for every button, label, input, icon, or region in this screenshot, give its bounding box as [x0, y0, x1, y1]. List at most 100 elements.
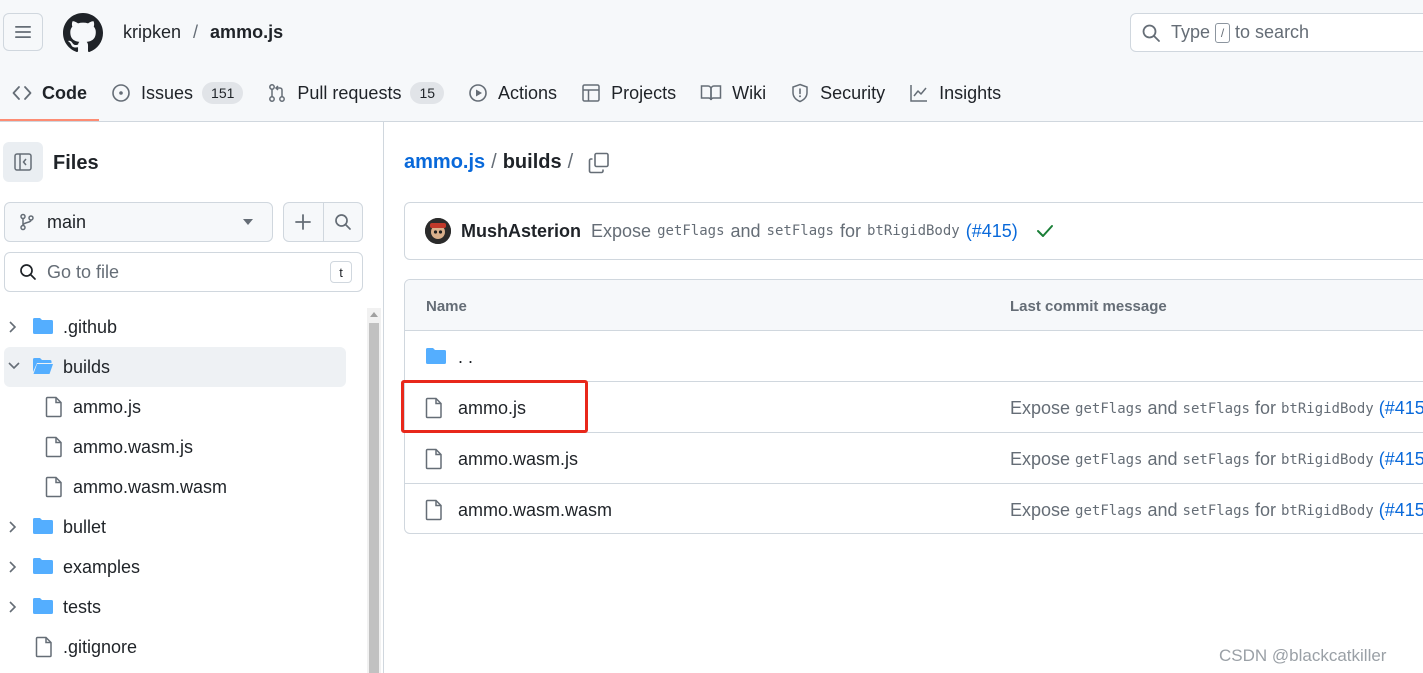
scroll-up-arrow-icon[interactable] [370, 312, 378, 317]
file-tree: .github builds ammo.js ammo.wasm.js ammo… [0, 307, 360, 667]
commit-message[interactable]: Expose getFlags and setFlags for btRigid… [591, 221, 1018, 242]
tree-item-file[interactable]: .gitignore [0, 627, 360, 667]
commit-msg-text: for [839, 220, 861, 241]
table-row[interactable]: ammo.wasm.wasm Expose getFlags and setFl… [405, 484, 1423, 533]
commit-msg-code: btRigidBody [1280, 502, 1374, 519]
file-name-link[interactable]: ammo.wasm.wasm [458, 500, 612, 521]
tab-pull-requests[interactable]: Pull requests 15 [255, 73, 456, 113]
search-icon [1142, 24, 1160, 42]
repo-owner-link[interactable]: kripken [123, 22, 181, 43]
repo-name-link[interactable]: ammo.js [210, 22, 283, 43]
hamburger-menu-button[interactable] [3, 13, 43, 51]
commit-msg-text: Expose [1010, 398, 1071, 418]
triangle-down-icon [243, 219, 253, 225]
commit-msg-code: getFlags [1075, 451, 1143, 468]
row-commit-message[interactable]: Expose getFlags and setFlags for btRigid… [1010, 398, 1423, 419]
github-logo-icon[interactable] [63, 13, 103, 53]
collapse-sidebar-button[interactable] [3, 142, 43, 182]
file-name-link[interactable]: ammo.wasm.js [458, 449, 578, 470]
folder-icon [33, 518, 53, 534]
file-icon [35, 636, 52, 658]
commit-pr-link[interactable]: #415 [1385, 500, 1423, 521]
commit-pr-close-paren: ) [1011, 220, 1018, 241]
search-code-button[interactable] [322, 203, 362, 241]
folder-icon [426, 348, 446, 364]
table-row[interactable]: ammo.wasm.js Expose getFlags and setFlag… [405, 433, 1423, 484]
search-icon [20, 264, 36, 280]
path-separator: / [491, 151, 497, 173]
tab-issues-label: Issues [141, 82, 194, 103]
tree-item-label: tests [63, 597, 102, 617]
file-icon [45, 476, 62, 498]
issues-count-badge: 151 [202, 82, 244, 104]
commit-pr-link[interactable]: #415 [1385, 449, 1423, 470]
commit-msg-code: btRigidBody [867, 223, 960, 239]
folder-open-icon [33, 358, 53, 374]
row-commit-message[interactable]: Expose getFlags and setFlags for btRigid… [1010, 449, 1423, 470]
tree-item-file[interactable]: ammo.wasm.wasm [0, 467, 360, 507]
branch-selector-button[interactable]: main [4, 202, 273, 242]
add-file-button[interactable] [284, 203, 323, 241]
tab-security[interactable]: Security [778, 73, 897, 113]
commit-msg-code: setFlags [1182, 400, 1250, 417]
play-icon [469, 84, 487, 102]
tree-item-label: ammo.js [73, 397, 142, 417]
tab-insights[interactable]: Insights [897, 73, 1013, 113]
book-icon [700, 85, 722, 101]
graph-icon [910, 85, 928, 102]
check-icon[interactable] [1036, 224, 1054, 238]
row-commit-message[interactable]: Expose getFlags and setFlags for btRigid… [1010, 500, 1423, 521]
search-placeholder-after: to search [1235, 22, 1310, 42]
tab-projects-label: Projects [611, 82, 677, 103]
chevron-right-icon [9, 321, 17, 333]
code-icon [12, 86, 32, 100]
commit-msg-text: and [1147, 449, 1178, 469]
commit-author-link[interactable]: MushAsterion [461, 221, 581, 242]
pull-requests-count-badge: 15 [410, 82, 445, 104]
file-icon [425, 448, 442, 470]
tree-item-dir[interactable]: bullet [0, 507, 360, 547]
tree-item-file[interactable]: ammo.wasm.js [0, 427, 360, 467]
scrollbar-thumb[interactable] [369, 323, 379, 673]
latest-commit-box: MushAsterion Expose getFlags and setFlag… [404, 202, 1423, 260]
tree-item-dir[interactable]: examples [0, 547, 360, 587]
copy-path-button[interactable] [586, 150, 612, 176]
plus-icon [295, 214, 312, 230]
repo-nav-tabs: Code Issues 151 Pull requests 15 Actions… [0, 73, 1013, 121]
commit-msg-text: and [1147, 398, 1178, 418]
tab-insights-label: Insights [939, 82, 1002, 103]
tree-item-file[interactable]: ammo.js [0, 387, 360, 427]
tab-projects[interactable]: Projects [569, 73, 688, 113]
tab-issues[interactable]: Issues 151 [99, 73, 255, 113]
avatar[interactable] [425, 218, 451, 244]
global-search-input[interactable]: Type / to search [1130, 13, 1423, 52]
commit-msg-code: getFlags [1075, 502, 1143, 519]
file-tree-sidebar: Files main Go to file t .github builds a… [0, 122, 384, 673]
search-shortcut-key: / [1215, 22, 1231, 43]
path-root-link[interactable]: ammo.js [404, 151, 485, 174]
sidebar-scrollbar[interactable] [367, 308, 381, 673]
tree-item-dir[interactable]: tests [0, 587, 360, 627]
git-pull-request-icon [269, 84, 286, 102]
commit-msg-text: Expose [591, 220, 652, 241]
tree-item-dir[interactable]: .github [0, 307, 360, 347]
tab-code-label: Code [42, 82, 87, 103]
repo-breadcrumb: kripken / ammo.js [123, 22, 283, 43]
tab-wiki[interactable]: Wiki [688, 73, 778, 113]
tree-item-label: ammo.wasm.js [73, 437, 194, 457]
tab-code[interactable]: Code [0, 73, 99, 121]
commit-msg-text: Expose [1010, 500, 1071, 520]
tab-pull-requests-label: Pull requests [297, 82, 402, 103]
commit-msg-code: setFlags [1182, 502, 1250, 519]
go-to-file-input[interactable]: Go to file t [4, 252, 363, 292]
search-icon [335, 214, 351, 230]
tree-item-dir-selected[interactable]: builds [4, 347, 346, 387]
folder-icon [33, 558, 53, 574]
tab-actions[interactable]: Actions [456, 73, 569, 113]
commit-pr-link[interactable]: #415 [972, 221, 1012, 242]
commit-msg-text: for [1254, 449, 1276, 469]
branch-name: main [47, 211, 87, 232]
commit-pr-link[interactable]: #415 [1385, 398, 1423, 419]
column-header-commit: Last commit message [1010, 298, 1167, 315]
parent-directory-row[interactable]: . . [405, 331, 1423, 382]
